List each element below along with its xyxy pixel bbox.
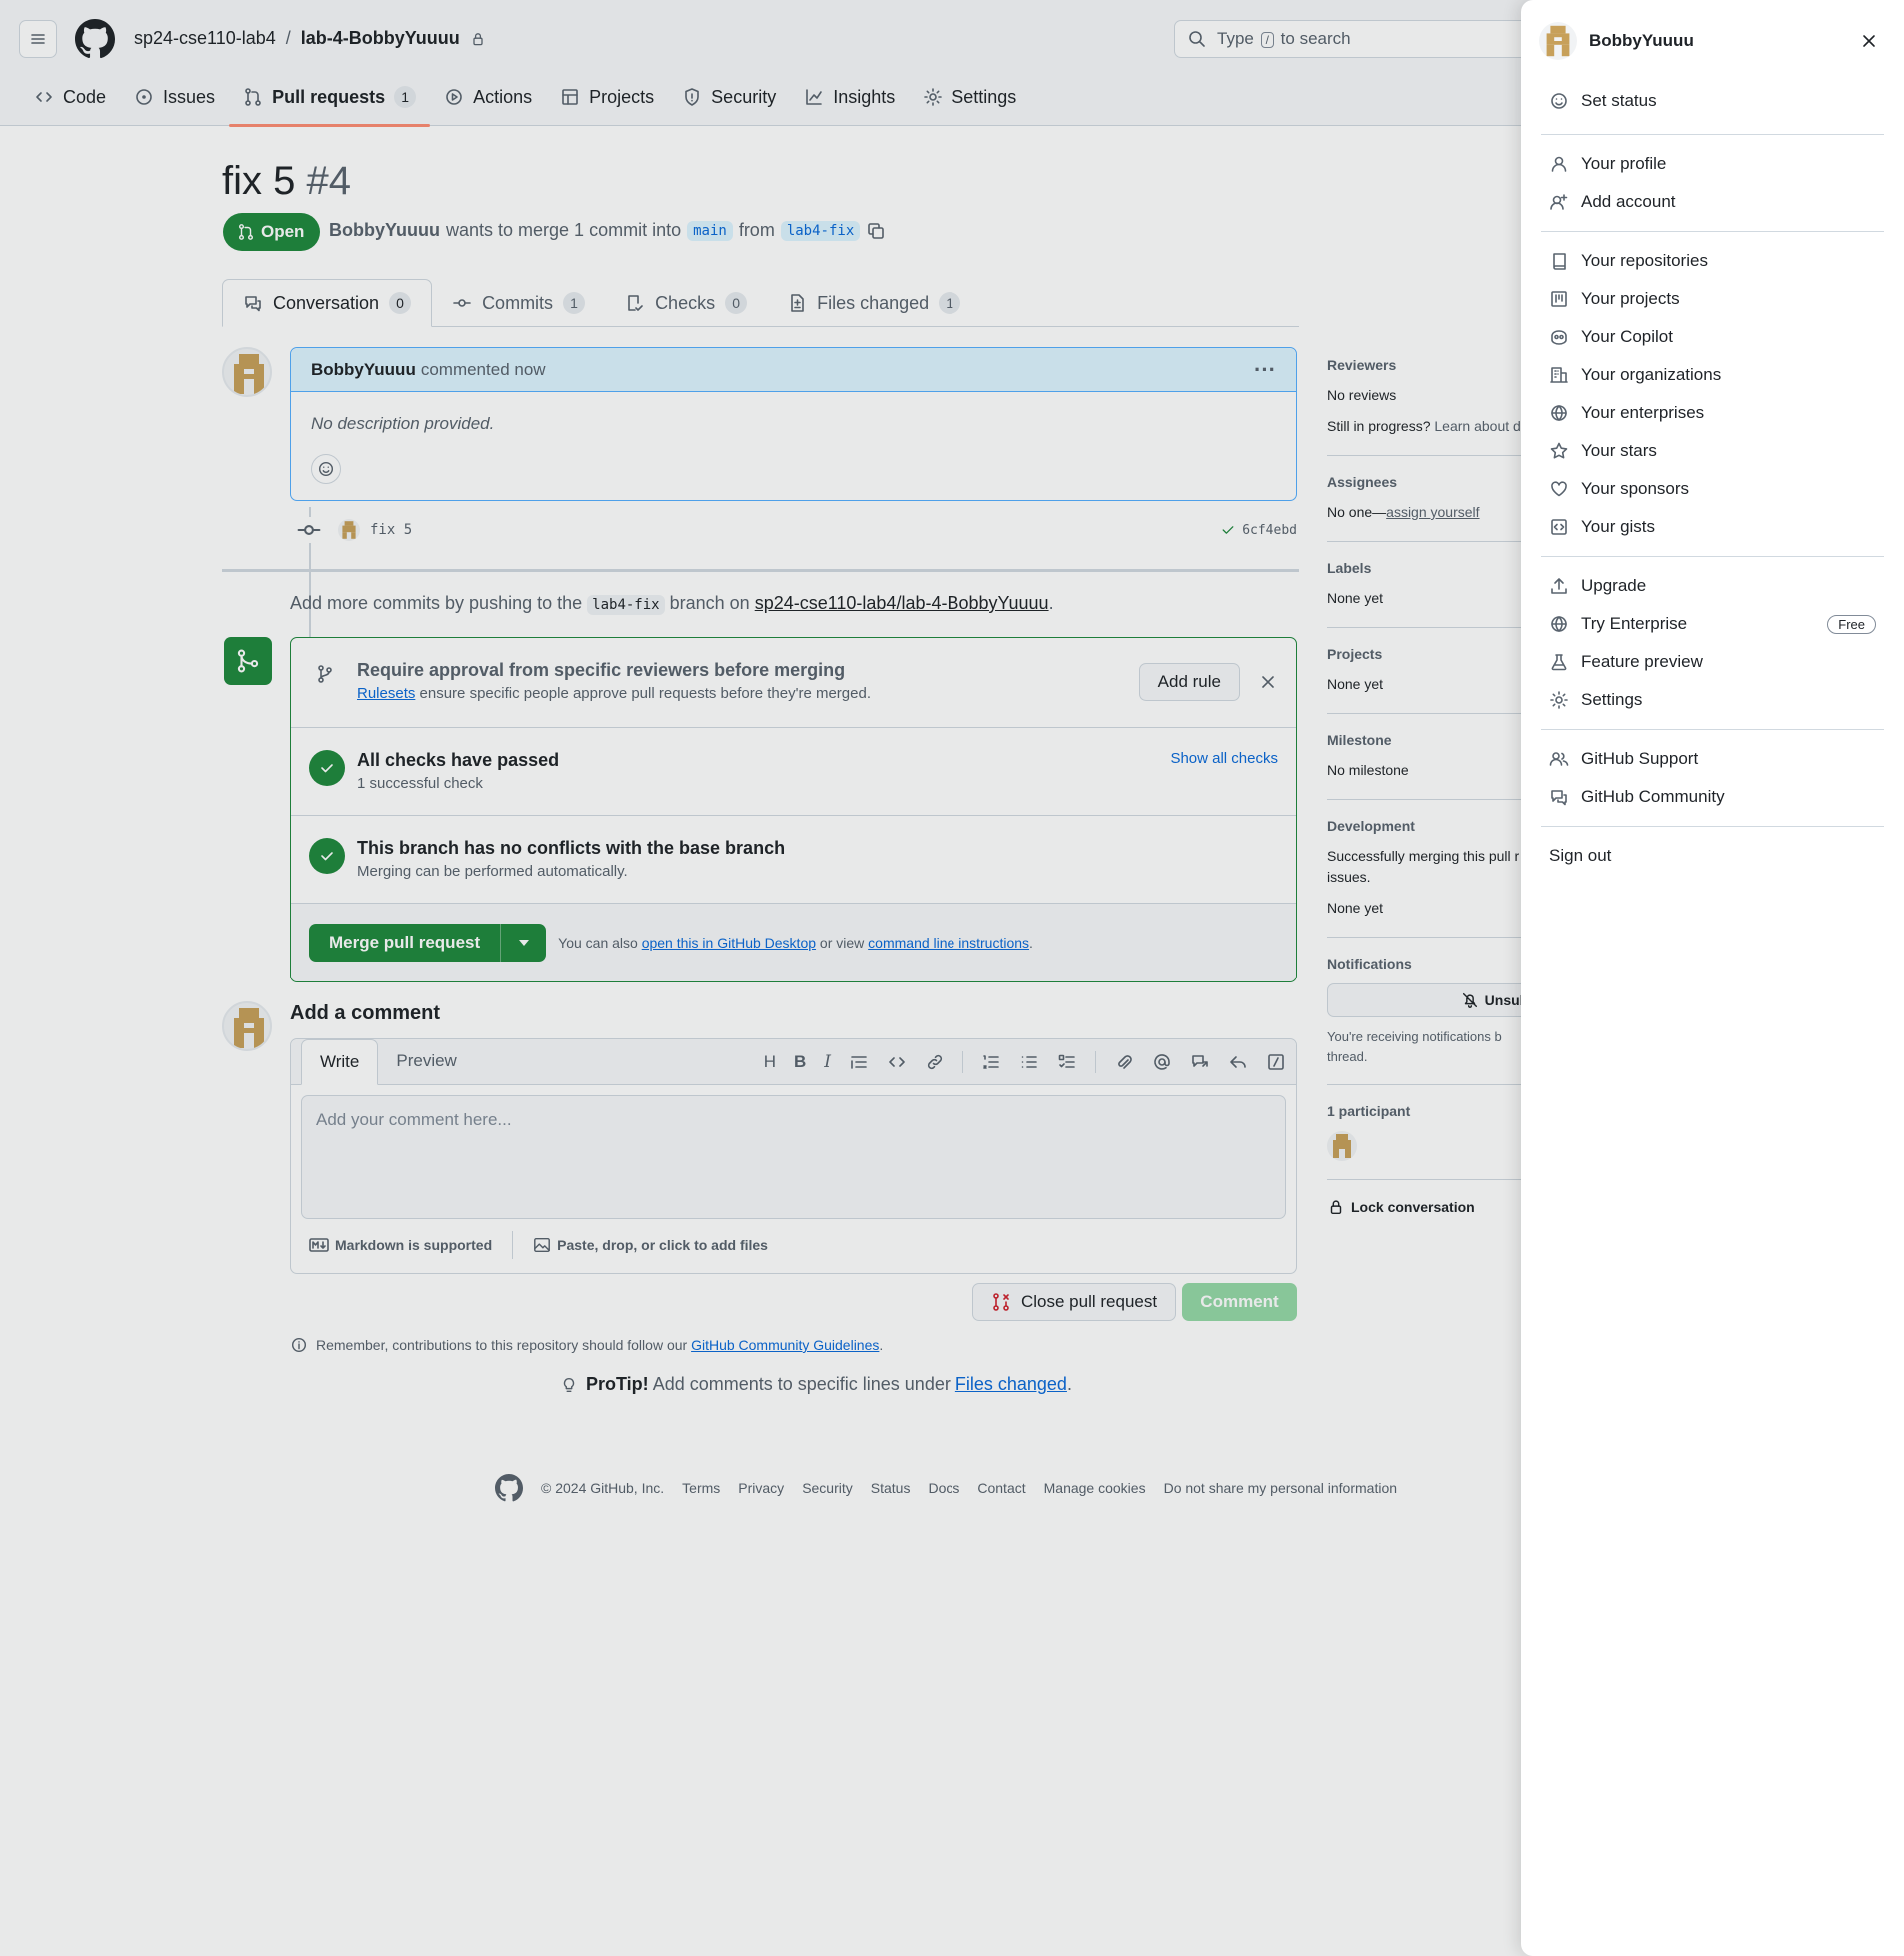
comment-discussion-icon	[1551, 790, 1567, 806]
menu-try-enterprise-label: Try Enterprise	[1581, 614, 1688, 633]
menu-feature-preview-label: Feature preview	[1581, 652, 1703, 671]
globe-icon	[1551, 616, 1567, 632]
menu-repositories[interactable]: Your repositories	[1531, 242, 1894, 280]
menu-stars-label: Your stars	[1581, 441, 1657, 460]
menu-set-status[interactable]: Set status	[1531, 82, 1894, 120]
menu-stars[interactable]: Your stars	[1531, 432, 1894, 470]
menu-enterprises[interactable]: Your enterprises	[1531, 394, 1894, 432]
menu-feature-preview[interactable]: Feature preview	[1531, 643, 1894, 681]
star-icon	[1550, 442, 1568, 459]
close-icon	[1863, 35, 1875, 47]
menu-support[interactable]: GitHub Support	[1531, 740, 1894, 778]
people-icon	[1549, 752, 1569, 766]
user-menu: Set status Your profile Add account Your…	[1521, 82, 1904, 875]
menu-sponsors[interactable]: Your sponsors	[1531, 470, 1894, 508]
person-add-icon	[1550, 194, 1568, 210]
menu-projects-label: Your projects	[1581, 289, 1680, 308]
beaker-icon	[1551, 654, 1567, 671]
free-badge: Free	[1827, 614, 1876, 634]
smiley-icon	[1551, 93, 1567, 109]
menu-gists-label: Your gists	[1581, 517, 1656, 536]
organization-icon	[1550, 367, 1568, 383]
upload-icon	[1551, 578, 1567, 594]
menu-copilot[interactable]: Your Copilot	[1531, 318, 1894, 356]
menu-settings-label: Settings	[1581, 690, 1643, 709]
close-menu-button[interactable]	[1856, 28, 1882, 54]
menu-enterprises-label: Your enterprises	[1581, 403, 1705, 422]
code-square-icon	[1551, 519, 1567, 535]
project-icon	[1551, 291, 1567, 307]
menu-set-status-label: Set status	[1581, 91, 1657, 110]
avatar	[1539, 22, 1577, 60]
menu-profile-label: Your profile	[1581, 154, 1667, 173]
user-menu-panel: BobbyYuuuu Set status Your profile Add a…	[1521, 0, 1904, 1956]
menu-profile[interactable]: Your profile	[1531, 145, 1894, 183]
menu-add-account[interactable]: Add account	[1531, 183, 1894, 221]
person-icon	[1551, 156, 1567, 172]
user-name: BobbyYuuuu	[1589, 31, 1694, 50]
menu-organizations[interactable]: Your organizations	[1531, 356, 1894, 394]
menu-organizations-label: Your organizations	[1581, 365, 1722, 384]
menu-community-label: GitHub Community	[1581, 787, 1725, 806]
menu-try-enterprise[interactable]: Try Enterprise Free	[1531, 605, 1894, 643]
gear-icon	[1550, 691, 1568, 709]
menu-sponsors-label: Your sponsors	[1581, 479, 1690, 498]
repo-icon	[1553, 253, 1566, 270]
copilot-icon	[1551, 330, 1567, 345]
menu-support-label: GitHub Support	[1581, 749, 1699, 768]
menu-upgrade-label: Upgrade	[1581, 576, 1647, 595]
menu-repositories-label: Your repositories	[1581, 251, 1708, 270]
menu-settings[interactable]: Settings	[1531, 681, 1894, 719]
menu-sign-out-label: Sign out	[1549, 846, 1612, 865]
menu-upgrade[interactable]: Upgrade	[1531, 567, 1894, 605]
menu-copilot-label: Your Copilot	[1581, 327, 1673, 346]
user-menu-header: BobbyYuuuu	[1521, 0, 1904, 82]
menu-add-account-label: Add account	[1581, 192, 1676, 211]
menu-projects[interactable]: Your projects	[1531, 280, 1894, 318]
menu-sign-out[interactable]: Sign out	[1531, 837, 1894, 875]
menu-community[interactable]: GitHub Community	[1531, 778, 1894, 816]
heart-icon	[1551, 481, 1567, 497]
menu-gists[interactable]: Your gists	[1531, 508, 1894, 546]
globe-icon	[1551, 405, 1567, 421]
